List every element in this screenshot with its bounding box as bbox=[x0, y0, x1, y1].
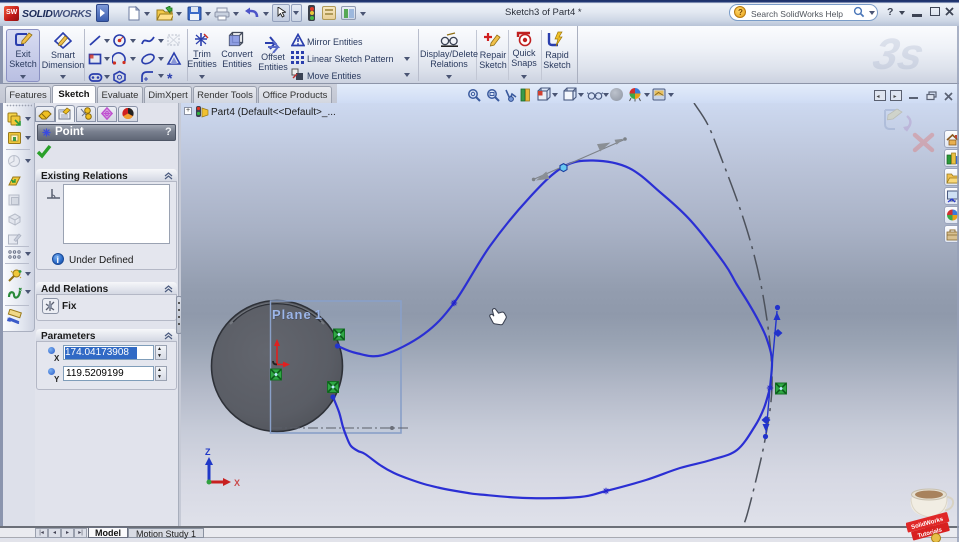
svg-text:Z: Z bbox=[205, 447, 211, 457]
svg-text:X: X bbox=[234, 478, 240, 488]
